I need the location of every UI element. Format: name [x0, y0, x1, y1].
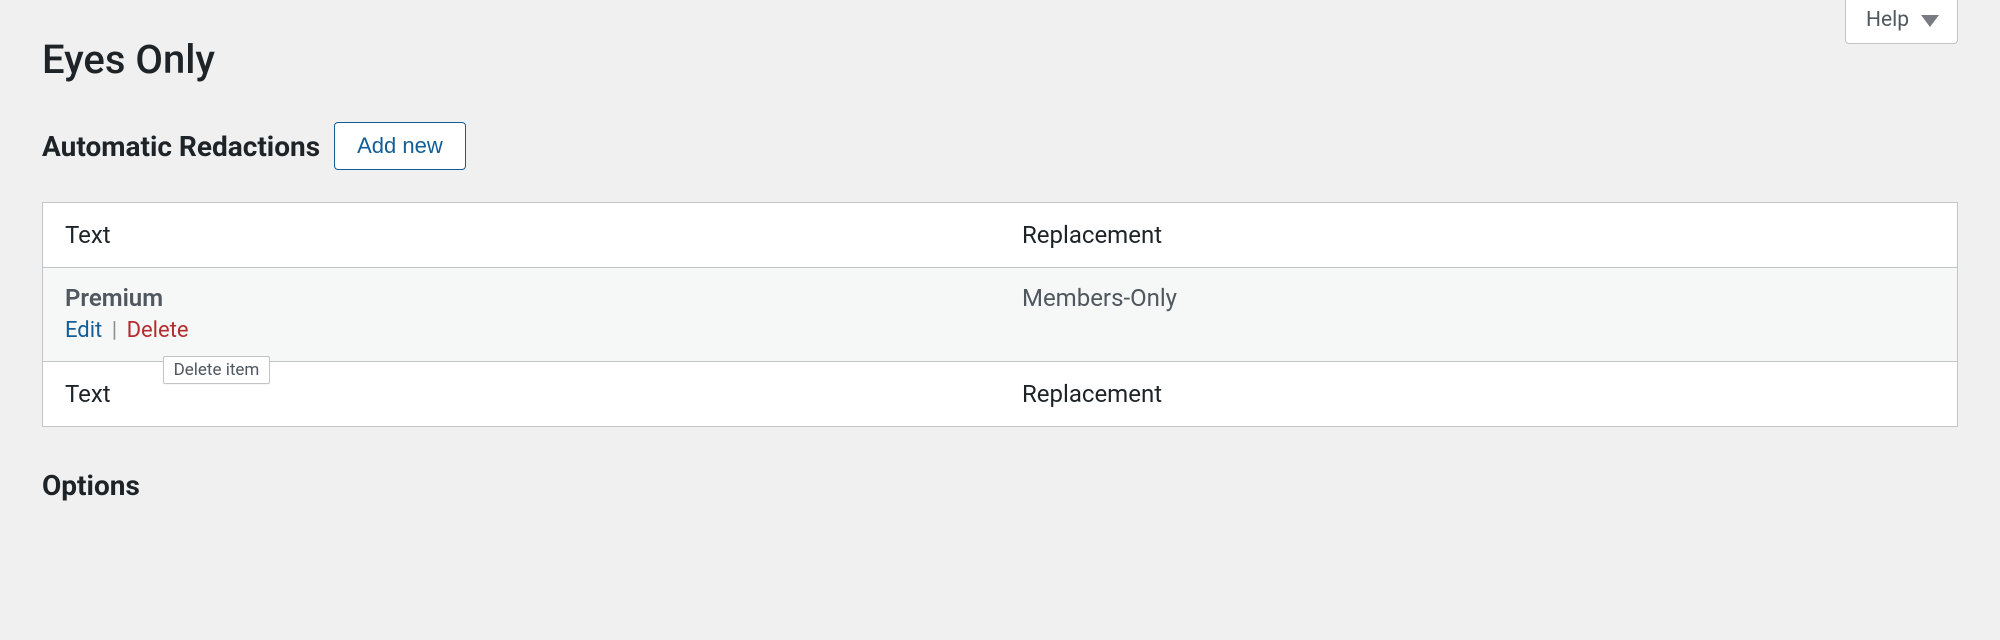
options-title: Options — [42, 469, 1958, 502]
column-header-replacement[interactable]: Replacement — [1000, 203, 1958, 268]
chevron-down-icon — [1921, 15, 1939, 27]
row-text-value: Premium — [65, 284, 163, 312]
help-tab-label: Help — [1866, 8, 1909, 33]
row-replacement-value: Members-Only — [1022, 284, 1177, 312]
delete-link[interactable]: Delete Delete item — [127, 318, 189, 343]
edit-link[interactable]: Edit — [65, 318, 102, 343]
section-title: Automatic Redactions — [42, 130, 320, 163]
column-footer-replacement[interactable]: Replacement — [1000, 362, 1958, 427]
row-action-separator: | — [108, 318, 121, 343]
help-tab[interactable]: Help — [1845, 0, 1958, 44]
page-title: Eyes Only — [42, 36, 1958, 84]
add-new-button[interactable]: Add new — [334, 122, 466, 170]
table-row: Premium Edit | Delete Delete item Member… — [43, 268, 1958, 362]
column-header-text[interactable]: Text — [43, 203, 1001, 268]
delete-tooltip: Delete item — [163, 356, 271, 384]
delete-link-label: Delete — [127, 318, 189, 343]
redactions-table: Text Replacement Premium Edit | Delete D… — [42, 202, 1958, 427]
